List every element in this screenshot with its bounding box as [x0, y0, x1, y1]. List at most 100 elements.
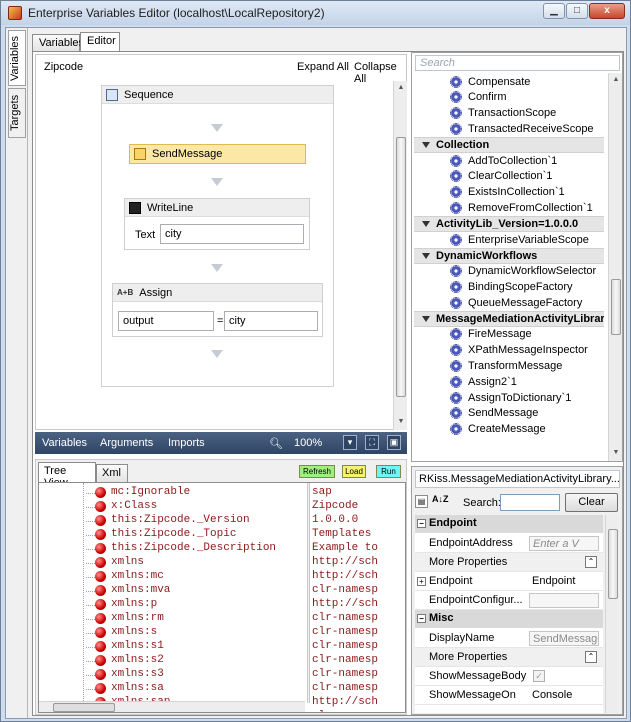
- property-row[interactable]: ShowMessageBody ✓: [415, 667, 603, 686]
- tab-xml[interactable]: Xml: [96, 464, 128, 482]
- property-search-input[interactable]: [500, 494, 560, 511]
- collapse-triangle-icon[interactable]: [422, 142, 430, 149]
- collapse-icon[interactable]: −: [417, 519, 426, 528]
- tab-editor[interactable]: Editor: [80, 32, 120, 52]
- assign-activity[interactable]: A+B Assign output = city: [112, 283, 323, 337]
- collapse-triangle-icon[interactable]: [422, 252, 430, 259]
- drop-target-arrow[interactable]: [211, 178, 223, 186]
- toolbox-item[interactable]: TransactionScope: [450, 106, 556, 121]
- expand-all-link[interactable]: Expand All: [297, 61, 349, 73]
- property-value[interactable]: SendMessage: [529, 631, 599, 646]
- toolbox-item[interactable]: Confirm: [450, 90, 507, 105]
- property-row[interactable]: EndpointConfigur...: [415, 591, 603, 610]
- sequence-header[interactable]: Sequence: [102, 86, 333, 104]
- assign-value-input[interactable]: city: [224, 311, 318, 331]
- toolbox-category[interactable]: MessageMediationActivityLibrary_V: [414, 311, 604, 327]
- toolbox-item[interactable]: Assign2`1: [450, 374, 517, 389]
- designer-scrollbar[interactable]: ▲ ▼: [393, 81, 407, 430]
- toolbox-item[interactable]: EnterpriseVariableScope: [450, 232, 589, 247]
- property-row[interactable]: DisplayName SendMessage: [415, 629, 603, 648]
- property-row[interactable]: EndpointAddress Enter a V: [415, 534, 603, 553]
- collapse-triangle-icon[interactable]: [422, 316, 430, 322]
- property-checkbox[interactable]: ✓: [533, 670, 545, 682]
- toolbox-item[interactable]: Compensate: [450, 74, 530, 89]
- breadcrumb[interactable]: Zipcode: [44, 61, 83, 73]
- toolbox-category[interactable]: Collection: [414, 137, 604, 154]
- assign-header[interactable]: A+B Assign: [113, 284, 322, 302]
- toolbox-item[interactable]: TransactedReceiveScope: [450, 121, 594, 136]
- sequence-activity[interactable]: Sequence SendMessage WriteLine Text city…: [101, 85, 334, 387]
- send-message-activity[interactable]: SendMessage: [129, 144, 306, 164]
- scroll-up-icon[interactable]: ▲: [395, 82, 407, 94]
- property-value[interactable]: [529, 593, 599, 608]
- tree-row[interactable]: xmlns:s2 clr-namesp: [39, 654, 405, 668]
- writeline-header[interactable]: WriteLine: [125, 199, 309, 217]
- side-tab-targets[interactable]: Targets: [8, 88, 26, 138]
- close-button[interactable]: x: [589, 3, 625, 19]
- run-button[interactable]: Run: [376, 465, 401, 478]
- categorized-icon[interactable]: ▤: [415, 495, 428, 508]
- side-tab-variables[interactable]: Variables: [8, 30, 26, 86]
- more-properties-row[interactable]: More Properties ⌃: [415, 648, 603, 667]
- tree-row[interactable]: this:Zipcode._Topic Templates: [39, 528, 405, 542]
- variables-link[interactable]: Variables: [42, 437, 87, 449]
- toolbox-item[interactable]: AssignToDictionary`1: [450, 390, 571, 405]
- toolbox-category[interactable]: ActivityLib_Version=1.0.0.0: [414, 216, 604, 233]
- scroll-down-icon[interactable]: ▼: [610, 447, 622, 459]
- toolbox-item[interactable]: XPathMessageInspector: [450, 343, 588, 358]
- drop-target-arrow[interactable]: [211, 264, 223, 272]
- writeline-text-input[interactable]: city: [160, 224, 304, 244]
- drop-target-arrow[interactable]: [211, 124, 223, 132]
- tree-row[interactable]: xmlns:s3 clr-namesp: [39, 668, 405, 682]
- writeline-activity[interactable]: WriteLine Text city: [124, 198, 310, 250]
- tree-row[interactable]: xmlns http://sch: [39, 556, 405, 570]
- tree-row[interactable]: mc:Ignorable sap: [39, 486, 405, 500]
- property-value[interactable]: Enter a V: [529, 536, 599, 551]
- tree-horizontal-scrollbar[interactable]: [39, 701, 305, 712]
- tree-row[interactable]: xmlns:s clr-namesp: [39, 626, 405, 640]
- load-button[interactable]: Load: [342, 465, 366, 478]
- tree-row[interactable]: x:Class Zipcode: [39, 500, 405, 514]
- property-scrollbar[interactable]: [605, 515, 619, 713]
- fit-to-screen-icon[interactable]: ⛶: [365, 435, 379, 450]
- toolbox-item[interactable]: TransformMessage: [450, 358, 562, 373]
- more-properties-row[interactable]: More Properties ⌃: [415, 553, 603, 572]
- toolbox-item[interactable]: RemoveFromCollection`1: [450, 200, 593, 215]
- toolbox-item[interactable]: QueueMessageFactory: [450, 295, 582, 310]
- zoom-dropdown-icon[interactable]: ▾: [343, 435, 357, 450]
- toolbox-item[interactable]: BindingScopeFactory: [450, 279, 573, 294]
- tree-row[interactable]: xmlns:mc http://sch: [39, 570, 405, 584]
- toolbox-search-input[interactable]: Search: [415, 55, 620, 71]
- toolbox-item[interactable]: CreateMessage: [450, 422, 546, 437]
- property-row[interactable]: ShowMessageOn Console: [415, 686, 603, 705]
- toolbox-item[interactable]: DynamicWorkflowSelector: [450, 264, 596, 279]
- title-bar[interactable]: Enterprise Variables Editor (localhost\L…: [1, 1, 630, 25]
- scroll-down-icon[interactable]: ▼: [395, 416, 407, 428]
- toolbox-item[interactable]: AddToCollection`1: [450, 153, 557, 168]
- collapse-icon[interactable]: −: [417, 614, 426, 623]
- tree-row[interactable]: xmlns:mva clr-namesp: [39, 584, 405, 598]
- search-icon[interactable]: 🔍︎: [269, 437, 283, 450]
- zoom-level[interactable]: 100%: [294, 437, 322, 449]
- arguments-link[interactable]: Arguments: [100, 437, 153, 449]
- clear-button[interactable]: Clear: [565, 493, 618, 512]
- toolbox-scrollbar[interactable]: ▲ ▼: [608, 73, 622, 461]
- drop-target-arrow[interactable]: [211, 350, 223, 358]
- imports-link[interactable]: Imports: [168, 437, 205, 449]
- tree-row[interactable]: xmlns:sa clr-namesp: [39, 682, 405, 696]
- scroll-up-icon[interactable]: ▲: [610, 74, 622, 86]
- overview-icon[interactable]: ▣: [387, 435, 401, 450]
- toolbox-item[interactable]: SendMessage: [450, 406, 538, 421]
- tree-column-splitter[interactable]: [307, 483, 310, 703]
- property-category[interactable]: − Endpoint: [415, 515, 603, 533]
- toolbox-category[interactable]: DynamicWorkflows: [414, 247, 604, 264]
- property-category[interactable]: − Misc: [415, 610, 603, 628]
- refresh-button[interactable]: Refresh: [299, 465, 335, 478]
- toolbox-item[interactable]: FireMessage: [450, 327, 532, 342]
- sort-alpha-icon[interactable]: A↓Z: [432, 494, 449, 504]
- toolbox-item[interactable]: ClearCollection`1: [450, 169, 552, 184]
- minimize-button[interactable]: ▁: [543, 3, 565, 19]
- tree-row[interactable]: this:Zipcode._Description Example to: [39, 542, 405, 556]
- collapse-triangle-icon[interactable]: [422, 221, 430, 228]
- toolbox-item[interactable]: ExistsInCollection`1: [450, 185, 565, 200]
